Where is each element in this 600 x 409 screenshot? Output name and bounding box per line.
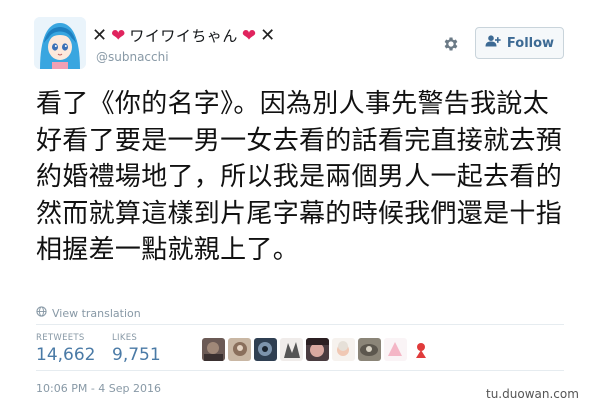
- user-handle[interactable]: @subnacchi: [96, 50, 169, 64]
- tweet-text-line: 相握差一點就親上了。: [36, 235, 300, 265]
- liker-avatar[interactable]: [384, 338, 407, 361]
- retweets-label: RETWEETS: [36, 333, 85, 343]
- liker-avatar[interactable]: [280, 338, 303, 361]
- watermark: tu.duowan.com: [486, 387, 579, 401]
- display-name-text: ワイワイちゃん: [129, 27, 238, 45]
- heart-icon: ❤: [111, 25, 126, 46]
- likes-count[interactable]: 9,751: [112, 345, 161, 365]
- view-translation-label: View translation: [52, 306, 141, 320]
- avatar-image: [34, 17, 86, 69]
- liker-avatar[interactable]: [202, 338, 225, 361]
- tweet-card: ✕ ❤ ワイワイちゃん ❤ ✕ @subnacchi Follow 看了《你的名…: [0, 0, 600, 409]
- cross-mark-icon: ✕: [92, 25, 108, 46]
- divider: [36, 324, 564, 325]
- tweet-text-line: 好看了要是一男一女去看的話看完直接就去預: [36, 125, 563, 156]
- liker-avatar[interactable]: [358, 338, 381, 361]
- retweets-count[interactable]: 14,662: [36, 345, 95, 365]
- add-user-icon: [485, 35, 501, 51]
- tweet-timestamp[interactable]: 10:06 PM - 4 Sep 2016: [36, 382, 161, 395]
- tweet-text-line: 約婚禮場地了，所以我是兩個男人一起去看的: [36, 162, 563, 192]
- cross-mark-icon: ✕: [260, 25, 276, 46]
- follow-button[interactable]: Follow: [475, 27, 564, 59]
- gear-icon[interactable]: [441, 34, 461, 54]
- globe-icon: [36, 306, 47, 320]
- liker-avatar[interactable]: [306, 338, 329, 361]
- liker-avatar[interactable]: [228, 338, 251, 361]
- liker-avatar[interactable]: [332, 338, 355, 361]
- divider: [36, 370, 564, 371]
- avatar[interactable]: [34, 17, 86, 69]
- follow-button-label: Follow: [506, 35, 555, 51]
- likes-label: LIKES: [112, 333, 138, 343]
- liker-avatar[interactable]: [254, 338, 277, 361]
- display-name[interactable]: ✕ ❤ ワイワイちゃん ❤ ✕: [92, 25, 275, 46]
- liker-avatar[interactable]: [410, 338, 433, 361]
- tweet-text-line: 然而就算這樣到片尾字幕的時候我們還是十指: [36, 198, 563, 229]
- view-translation-link[interactable]: View translation: [36, 306, 141, 320]
- heart-icon: ❤: [241, 25, 257, 46]
- likers-avatars: [202, 338, 433, 361]
- tweet-text: 看了《你的名字》。因為別人事先警告我說太 好看了要是一男一女去看的話看完直接就去…: [36, 86, 581, 269]
- tweet-text-line: 看了《你的名字》。因為別人事先警告我說太: [36, 89, 550, 119]
